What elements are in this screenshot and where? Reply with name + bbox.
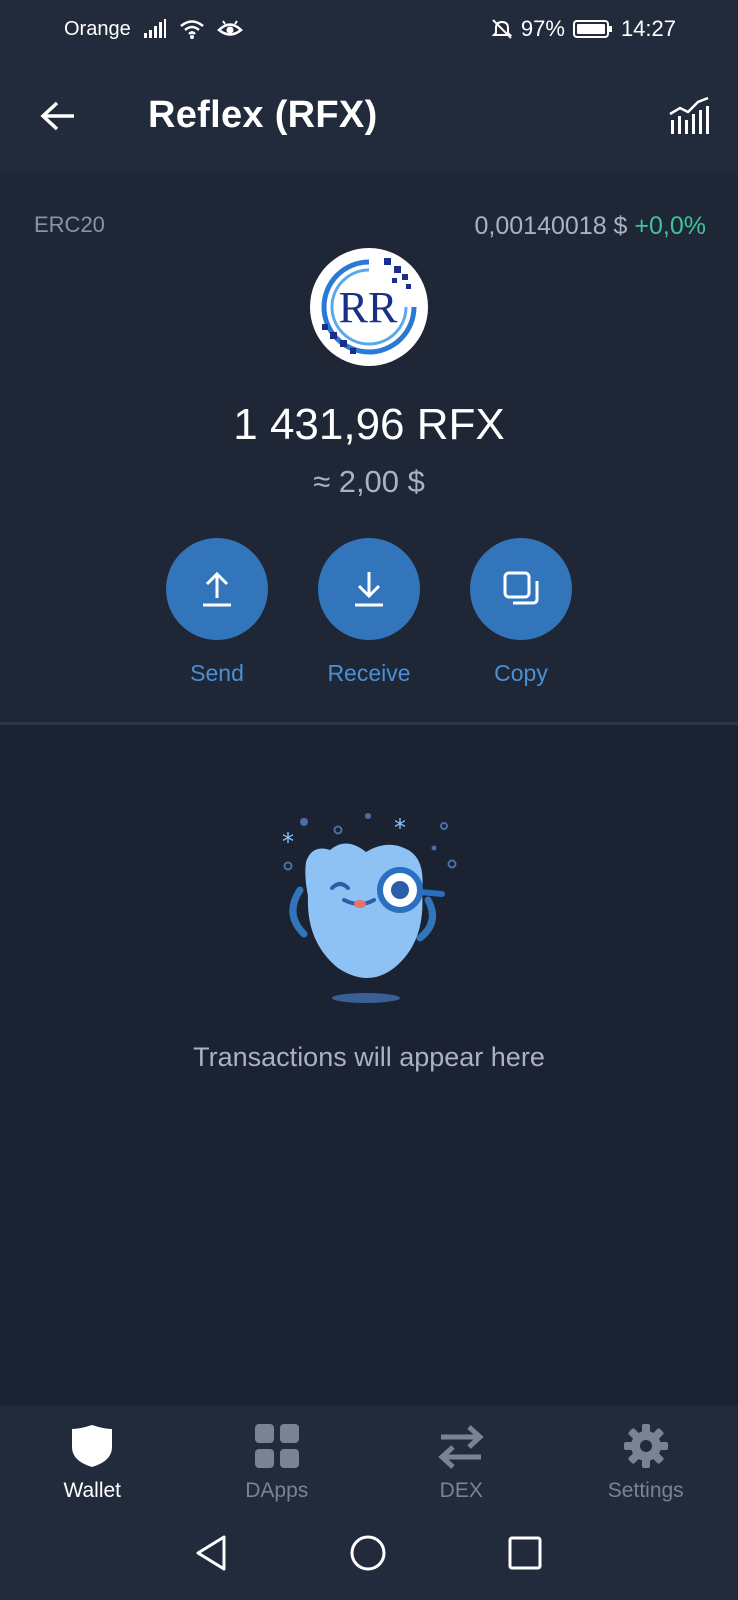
token-balance: 1 431,96 RFX <box>233 400 505 449</box>
battery-percent: 97% <box>520 16 565 41</box>
nav-dex[interactable]: DEX <box>369 1405 554 1505</box>
arrow-left-icon <box>40 101 74 131</box>
svg-text:RR: RR <box>339 283 398 332</box>
system-back-button[interactable] <box>192 1533 232 1573</box>
battery-icon <box>572 19 613 39</box>
chart-button[interactable] <box>668 96 712 136</box>
token-price: 0,00140018 $ +0,0% <box>475 212 706 241</box>
nav-wallet-label: Wallet <box>63 1479 122 1502</box>
reflex-logo: RR <box>310 248 428 366</box>
empty-state-message: Transactions will appear here <box>193 1042 545 1072</box>
copy-button[interactable]: Copy <box>456 538 586 687</box>
price-change: +0,0% <box>634 212 706 240</box>
nav-dapps-label: DApps <box>245 1479 309 1502</box>
upload-icon <box>203 571 231 607</box>
app-bar: Reflex (RFX) <box>0 58 738 172</box>
circle-home-icon <box>350 1535 386 1571</box>
svg-text:*: * <box>394 814 406 842</box>
fiat-balance: ≈ 2,00 $ <box>313 464 425 499</box>
wifi-icon <box>179 18 205 40</box>
bell-off-icon <box>491 18 513 40</box>
page-title: Reflex (RFX) <box>148 94 378 136</box>
system-navigation <box>0 1505 738 1600</box>
receive-button[interactable]: Receive <box>304 538 434 687</box>
send-button[interactable]: Send <box>152 538 282 687</box>
signal-icon <box>143 19 167 39</box>
empty-state-illustration: * * <box>282 813 457 1003</box>
price-value: 0,00140018 $ <box>474 212 628 240</box>
clock-time: 14:27 <box>620 16 676 41</box>
copy-circle[interactable] <box>470 538 572 640</box>
copy-label: Copy <box>494 660 548 686</box>
network-label: ERC20 <box>34 212 105 237</box>
eye-icon <box>216 19 243 39</box>
section-divider <box>0 722 738 725</box>
triangle-back-icon <box>196 1535 226 1571</box>
status-bar: Orange 97% 14:27 <box>0 0 738 58</box>
svg-text:*: * <box>282 828 294 856</box>
bottom-navigation: Wallet DApps DEX Settings <box>0 1405 738 1505</box>
token-summary: ERC20 0,00140018 $ +0,0% RR 1 431,96 RFX… <box>0 172 738 724</box>
square-recents-icon <box>508 1536 542 1570</box>
send-label: Send <box>190 660 244 686</box>
system-recents-button[interactable] <box>505 1533 545 1573</box>
nav-wallet[interactable]: Wallet <box>0 1405 185 1505</box>
nav-dapps[interactable]: DApps <box>185 1405 370 1505</box>
download-icon <box>355 572 383 607</box>
shield-icon <box>72 1425 113 1467</box>
back-button[interactable] <box>36 94 80 138</box>
grid-icon <box>254 1424 299 1468</box>
nav-settings-label: Settings <box>607 1479 684 1502</box>
receive-label: Receive <box>327 660 411 686</box>
system-home-button[interactable] <box>348 1533 388 1573</box>
send-circle[interactable] <box>166 538 268 640</box>
receive-circle[interactable] <box>318 538 420 640</box>
chart-icon <box>669 96 709 134</box>
nav-settings[interactable]: Settings <box>554 1405 738 1505</box>
carrier-name: Orange <box>64 17 131 40</box>
gear-icon <box>623 1424 668 1468</box>
swap-icon <box>438 1425 484 1469</box>
nav-dex-label: DEX <box>439 1479 483 1502</box>
copy-icon <box>503 571 539 605</box>
